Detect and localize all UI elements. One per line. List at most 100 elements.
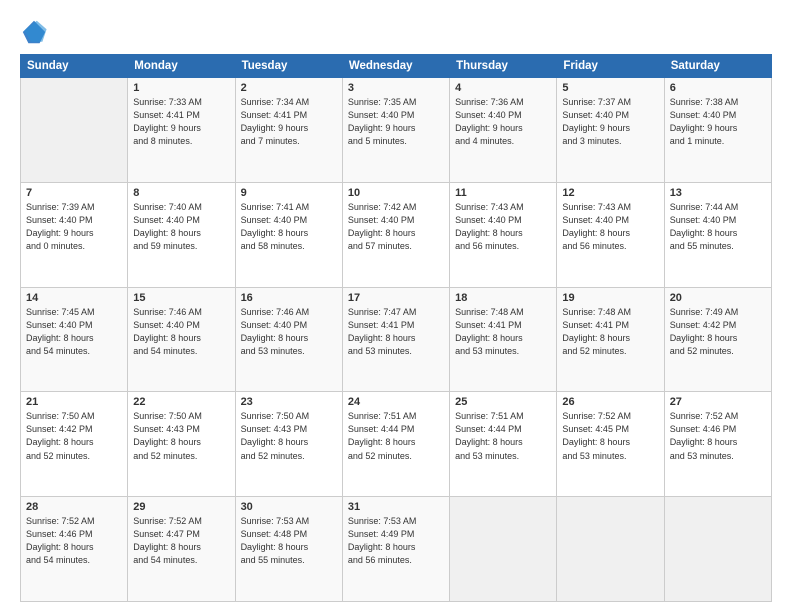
day-number: 24 — [348, 396, 444, 408]
day-info: Sunrise: 7:50 AM Sunset: 4:43 PM Dayligh… — [241, 410, 337, 462]
day-info: Sunrise: 7:51 AM Sunset: 4:44 PM Dayligh… — [455, 410, 551, 462]
day-number: 6 — [670, 82, 766, 94]
day-cell: 8 Sunrise: 7:40 AM Sunset: 4:40 PM Daylig… — [128, 182, 235, 287]
day-cell: 27 Sunrise: 7:52 AM Sunset: 4:46 PM Dayli… — [664, 392, 771, 497]
day-info: Sunrise: 7:43 AM Sunset: 4:40 PM Dayligh… — [455, 201, 551, 253]
day-info: Sunrise: 7:51 AM Sunset: 4:44 PM Dayligh… — [348, 410, 444, 462]
day-cell: 5 Sunrise: 7:37 AM Sunset: 4:40 PM Daylig… — [557, 78, 664, 183]
day-number: 10 — [348, 187, 444, 199]
day-info: Sunrise: 7:53 AM Sunset: 4:48 PM Dayligh… — [241, 515, 337, 567]
day-info: Sunrise: 7:49 AM Sunset: 4:42 PM Dayligh… — [670, 306, 766, 358]
day-number: 27 — [670, 396, 766, 408]
header — [20, 18, 772, 46]
week-row-5: 28 Sunrise: 7:52 AM Sunset: 4:46 PM Dayli… — [21, 497, 772, 602]
week-row-4: 21 Sunrise: 7:50 AM Sunset: 4:42 PM Dayli… — [21, 392, 772, 497]
day-number: 19 — [562, 292, 658, 304]
day-cell: 19Sunrise: 7:48 AM Sunset: 4:41 PM Dayli… — [557, 287, 664, 392]
day-info: Sunrise: 7:40 AM Sunset: 4:40 PM Dayligh… — [133, 201, 229, 253]
day-cell: 21 Sunrise: 7:50 AM Sunset: 4:42 PM Dayli… — [21, 392, 128, 497]
day-cell: 23 Sunrise: 7:50 AM Sunset: 4:43 PM Dayli… — [235, 392, 342, 497]
day-number: 23 — [241, 396, 337, 408]
day-cell: 30 Sunrise: 7:53 AM Sunset: 4:48 PM Dayli… — [235, 497, 342, 602]
day-info: Sunrise: 7:39 AM Sunset: 4:40 PM Dayligh… — [26, 201, 122, 253]
day-cell: 1 Sunrise: 7:33 AM Sunset: 4:41 PM Daylig… — [128, 78, 235, 183]
day-info: Sunrise: 7:37 AM Sunset: 4:40 PM Dayligh… — [562, 96, 658, 148]
day-number: 9 — [241, 187, 337, 199]
day-cell: 9 Sunrise: 7:41 AM Sunset: 4:40 PM Daylig… — [235, 182, 342, 287]
week-row-1: 1 Sunrise: 7:33 AM Sunset: 4:41 PM Daylig… — [21, 78, 772, 183]
day-info: Sunrise: 7:41 AM Sunset: 4:40 PM Dayligh… — [241, 201, 337, 253]
day-cell — [450, 497, 557, 602]
day-cell: 20 Sunrise: 7:49 AM Sunset: 4:42 PM Dayli… — [664, 287, 771, 392]
day-number: 21 — [26, 396, 122, 408]
day-number: 12 — [562, 187, 658, 199]
day-info: Sunrise: 7:52 AM Sunset: 4:45 PM Dayligh… — [562, 410, 658, 462]
day-number: 26 — [562, 396, 658, 408]
day-cell: 14 Sunrise: 7:45 AM Sunset: 4:40 PM Dayli… — [21, 287, 128, 392]
day-number: 2 — [241, 82, 337, 94]
day-info: Sunrise: 7:38 AM Sunset: 4:40 PM Dayligh… — [670, 96, 766, 148]
header-day-wednesday: Wednesday — [342, 55, 449, 78]
day-cell: 11 Sunrise: 7:43 AM Sunset: 4:40 PM Dayli… — [450, 182, 557, 287]
page: SundayMondayTuesdayWednesdayThursdayFrid… — [0, 0, 792, 612]
day-number: 7 — [26, 187, 122, 199]
day-cell: 25 Sunrise: 7:51 AM Sunset: 4:44 PM Dayli… — [450, 392, 557, 497]
day-number: 13 — [670, 187, 766, 199]
day-number: 29 — [133, 501, 229, 513]
day-cell — [21, 78, 128, 183]
logo-icon — [20, 18, 48, 46]
day-info: Sunrise: 7:52 AM Sunset: 4:46 PM Dayligh… — [26, 515, 122, 567]
day-number: 11 — [455, 187, 551, 199]
day-cell: 24 Sunrise: 7:51 AM Sunset: 4:44 PM Dayli… — [342, 392, 449, 497]
day-info: Sunrise: 7:53 AM Sunset: 4:49 PM Dayligh… — [348, 515, 444, 567]
day-info: Sunrise: 7:47 AM Sunset: 4:41 PM Dayligh… — [348, 306, 444, 358]
day-info: Sunrise: 7:46 AM Sunset: 4:40 PM Dayligh… — [241, 306, 337, 358]
header-day-monday: Monday — [128, 55, 235, 78]
day-cell — [664, 497, 771, 602]
day-cell: 28 Sunrise: 7:52 AM Sunset: 4:46 PM Dayli… — [21, 497, 128, 602]
day-cell: 12 Sunrise: 7:43 AM Sunset: 4:40 PM Dayli… — [557, 182, 664, 287]
day-info: Sunrise: 7:50 AM Sunset: 4:42 PM Dayligh… — [26, 410, 122, 462]
day-info: Sunrise: 7:52 AM Sunset: 4:47 PM Dayligh… — [133, 515, 229, 567]
day-cell: 16Sunrise: 7:46 AM Sunset: 4:40 PM Dayli… — [235, 287, 342, 392]
day-cell: 13 Sunrise: 7:44 AM Sunset: 4:40 PM Dayli… — [664, 182, 771, 287]
day-number: 20 — [670, 292, 766, 304]
day-cell: 6 Sunrise: 7:38 AM Sunset: 4:40 PM Daylig… — [664, 78, 771, 183]
header-day-sunday: Sunday — [21, 55, 128, 78]
header-day-saturday: Saturday — [664, 55, 771, 78]
header-day-friday: Friday — [557, 55, 664, 78]
day-number: 18 — [455, 292, 551, 304]
day-number: 3 — [348, 82, 444, 94]
day-cell: 26 Sunrise: 7:52 AM Sunset: 4:45 PM Dayli… — [557, 392, 664, 497]
day-number: 8 — [133, 187, 229, 199]
day-cell: 31 Sunrise: 7:53 AM Sunset: 4:49 PM Dayli… — [342, 497, 449, 602]
day-info: Sunrise: 7:48 AM Sunset: 4:41 PM Dayligh… — [455, 306, 551, 358]
day-cell: 10 Sunrise: 7:42 AM Sunset: 4:40 PM Dayli… — [342, 182, 449, 287]
week-row-3: 14 Sunrise: 7:45 AM Sunset: 4:40 PM Dayli… — [21, 287, 772, 392]
day-info: Sunrise: 7:43 AM Sunset: 4:40 PM Dayligh… — [562, 201, 658, 253]
day-number: 17 — [348, 292, 444, 304]
day-info: Sunrise: 7:46 AM Sunset: 4:40 PM Dayligh… — [133, 306, 229, 358]
day-number: 5 — [562, 82, 658, 94]
day-number: 14 — [26, 292, 122, 304]
day-cell: 15 Sunrise: 7:46 AM Sunset: 4:40 PM Dayli… — [128, 287, 235, 392]
day-info: Sunrise: 7:44 AM Sunset: 4:40 PM Dayligh… — [670, 201, 766, 253]
header-day-tuesday: Tuesday — [235, 55, 342, 78]
day-info: Sunrise: 7:45 AM Sunset: 4:40 PM Dayligh… — [26, 306, 122, 358]
day-number: 25 — [455, 396, 551, 408]
day-number: 28 — [26, 501, 122, 513]
day-number: 30 — [241, 501, 337, 513]
day-number: 15 — [133, 292, 229, 304]
day-info: Sunrise: 7:35 AM Sunset: 4:40 PM Dayligh… — [348, 96, 444, 148]
day-cell: 17 Sunrise: 7:47 AM Sunset: 4:41 PM Dayli… — [342, 287, 449, 392]
day-info: Sunrise: 7:33 AM Sunset: 4:41 PM Dayligh… — [133, 96, 229, 148]
day-info: Sunrise: 7:42 AM Sunset: 4:40 PM Dayligh… — [348, 201, 444, 253]
day-cell: 4Sunrise: 7:36 AM Sunset: 4:40 PM Daylig… — [450, 78, 557, 183]
day-cell: 7 Sunrise: 7:39 AM Sunset: 4:40 PM Daylig… — [21, 182, 128, 287]
day-info: Sunrise: 7:52 AM Sunset: 4:46 PM Dayligh… — [670, 410, 766, 462]
day-cell: 22Sunrise: 7:50 AM Sunset: 4:43 PM Dayli… — [128, 392, 235, 497]
header-day-thursday: Thursday — [450, 55, 557, 78]
day-number: 1 — [133, 82, 229, 94]
day-number: 31 — [348, 501, 444, 513]
day-cell — [557, 497, 664, 602]
